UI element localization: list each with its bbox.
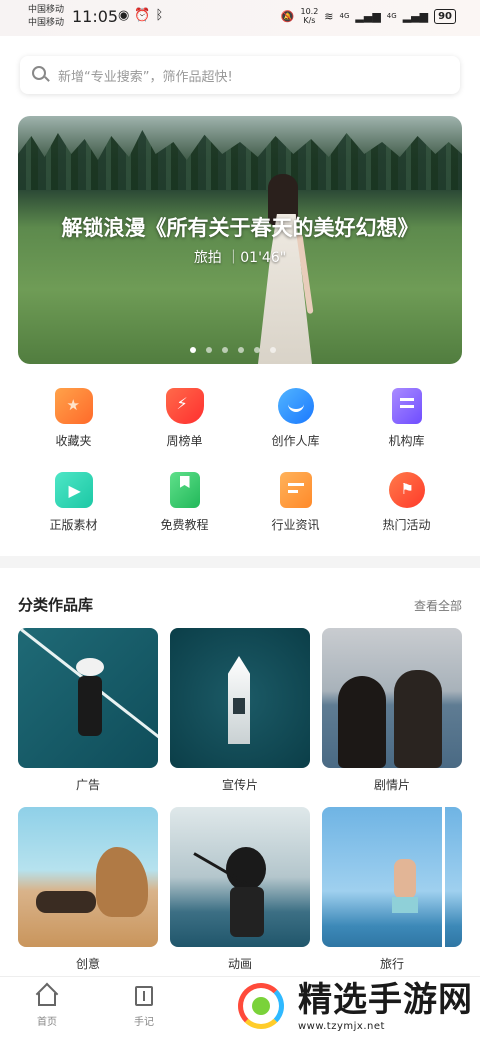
signal-2-icon: ▂▄▆ bbox=[402, 9, 429, 23]
carousel-dots[interactable] bbox=[190, 347, 276, 353]
quick-link-label: 收藏夹 bbox=[55, 434, 92, 448]
flag-icon: ⚑ bbox=[388, 472, 425, 508]
quick-link-licensed-assets[interactable]: ▶ 正版素材 bbox=[18, 472, 129, 534]
quick-link-label: 热门活动 bbox=[382, 518, 431, 532]
section-divider bbox=[0, 556, 480, 568]
status-bar: 中国移动 中国移动 11:05 ◉ ⏰ ᛒ 🔕 10.2 K/s ≋ 4G ▂▄… bbox=[0, 0, 480, 36]
carousel-dot-4[interactable] bbox=[238, 347, 244, 353]
search-icon bbox=[32, 66, 50, 84]
category-card-ad[interactable]: 广告 bbox=[18, 628, 158, 793]
creator-face-icon bbox=[277, 388, 314, 424]
trophy-icon: ⚡ bbox=[165, 388, 204, 424]
category-label: 动画 bbox=[227, 957, 252, 971]
quick-link-weekly-chart[interactable]: ⚡ 周榜单 bbox=[129, 388, 240, 450]
carousel-dot-1[interactable] bbox=[190, 347, 196, 353]
carousel-dot-6[interactable] bbox=[270, 347, 276, 353]
category-label: 创意 bbox=[75, 957, 100, 971]
battery-icon: 90 bbox=[434, 8, 456, 24]
category-card-creative[interactable]: 创意 bbox=[18, 807, 158, 972]
notebook-icon bbox=[133, 985, 155, 1007]
category-image-creative bbox=[18, 807, 158, 947]
watermark-name: 精选手游网 bbox=[298, 979, 473, 1020]
search-input[interactable]: 新增“专业搜索”，筛作品超快! bbox=[20, 56, 460, 94]
signal-1-icon: ▂▄▆ bbox=[355, 9, 381, 23]
folder-star-icon: ★ bbox=[54, 388, 93, 424]
status-right: 🔕 10.2 K/s ≋ 4G ▂▄▆ 4G ▂▄▆ 90 bbox=[281, 7, 456, 25]
book-icon bbox=[169, 472, 200, 508]
bluetooth-icon: ᛒ bbox=[155, 8, 164, 23]
category-image-promo bbox=[170, 628, 310, 768]
quick-link-label: 机构库 bbox=[388, 434, 425, 448]
hero-banner[interactable]: 解锁浪漫《所有关于春天的美好幻想》 旅拍 ｜01'46" bbox=[18, 116, 462, 364]
quick-link-creators[interactable]: 创作人库 bbox=[240, 388, 351, 450]
nav-home[interactable]: 首页 bbox=[17, 982, 77, 1028]
quick-link-industry-news[interactable]: 行业资讯 bbox=[240, 472, 351, 534]
quick-link-free-tutorials[interactable]: 免费教程 bbox=[129, 472, 240, 534]
nav-notes-label: 手记 bbox=[134, 1017, 154, 1028]
quick-link-label: 周榜单 bbox=[166, 434, 203, 448]
carousel-dot-2[interactable] bbox=[206, 347, 212, 353]
watermark-url: www.tzymjx.net bbox=[298, 1020, 385, 1032]
category-card-drama[interactable]: 剧情片 bbox=[322, 628, 462, 793]
category-image-animation bbox=[170, 807, 310, 947]
carrier-2: 中国移动 bbox=[28, 18, 65, 28]
category-label: 旅行 bbox=[379, 957, 404, 971]
signal-2-label: 4G bbox=[386, 12, 397, 20]
carrier-1: 中国移动 bbox=[28, 5, 65, 15]
alarm-icon: ⏰ bbox=[134, 8, 151, 23]
category-image-ad bbox=[18, 628, 158, 768]
net-speed: 10.2 K/s bbox=[300, 7, 318, 25]
nav-notes[interactable]: 手记 bbox=[114, 985, 174, 1028]
news-icon bbox=[279, 472, 312, 508]
category-image-drama bbox=[322, 628, 462, 768]
category-card-animation[interactable]: 动画 bbox=[170, 807, 310, 972]
net-speed-value: 10.2 bbox=[300, 7, 319, 16]
status-left-icons: ◉ ⏰ ᛒ bbox=[118, 8, 163, 23]
quick-link-label: 行业资讯 bbox=[271, 518, 320, 532]
quick-link-label: 免费教程 bbox=[160, 518, 209, 532]
quick-link-label: 正版素材 bbox=[49, 518, 98, 532]
wifi-icon: ≋ bbox=[324, 9, 334, 23]
signal-1-label: 4G bbox=[339, 12, 350, 20]
see-all-link[interactable]: 查看全部 bbox=[414, 597, 462, 614]
quick-link-hot-events[interactable]: ⚑ 热门活动 bbox=[351, 472, 462, 534]
banner-forest-image bbox=[18, 130, 462, 190]
site-watermark: 精选手游网 www.tzymjx.net bbox=[232, 972, 480, 1040]
category-card-travel[interactable]: 旅行 bbox=[322, 807, 462, 972]
home-icon bbox=[35, 982, 59, 1007]
carousel-dot-3[interactable] bbox=[222, 347, 228, 353]
quick-link-favorites[interactable]: ★ 收藏夹 bbox=[18, 388, 129, 450]
category-card-promo[interactable]: 宣传片 bbox=[170, 628, 310, 793]
banner-subtitle: 旅拍 ｜01'46" bbox=[193, 250, 287, 266]
category-label: 宣传片 bbox=[221, 778, 258, 792]
net-speed-unit: K/s bbox=[303, 16, 316, 25]
nav-home-label: 首页 bbox=[37, 1017, 57, 1028]
eye-icon: ◉ bbox=[118, 8, 130, 23]
search-placeholder: 新增“专业搜索”，筛作品超快! bbox=[58, 69, 233, 85]
carousel-dot-5[interactable] bbox=[254, 347, 260, 353]
status-time: 11:05 bbox=[72, 7, 119, 26]
section-title: 分类作品库 bbox=[18, 596, 94, 614]
quick-link-institutions[interactable]: 机构库 bbox=[351, 388, 462, 450]
banner-title: 解锁浪漫《所有关于春天的美好幻想》 bbox=[61, 216, 419, 240]
media-play-icon: ▶ bbox=[54, 472, 93, 508]
mute-bell-icon: 🔕 bbox=[280, 9, 295, 23]
quick-link-label: 创作人库 bbox=[271, 434, 320, 448]
watermark-logo-icon bbox=[232, 977, 290, 1035]
quick-links-grid: ★ 收藏夹 ⚡ 周榜单 创作人库 机构库 ▶ 正版素材 免费教程 行业资讯 ⚑ … bbox=[18, 388, 462, 534]
category-label: 剧情片 bbox=[373, 778, 410, 792]
category-grid: 广告 宣传片 剧情片 创意 动画 旅行 bbox=[18, 628, 462, 972]
carrier-info: 中国移动 中国移动 bbox=[28, 4, 64, 30]
banner-woman-image bbox=[250, 174, 320, 364]
building-icon bbox=[391, 388, 422, 424]
category-image-travel bbox=[322, 807, 462, 947]
category-label: 广告 bbox=[75, 778, 100, 792]
